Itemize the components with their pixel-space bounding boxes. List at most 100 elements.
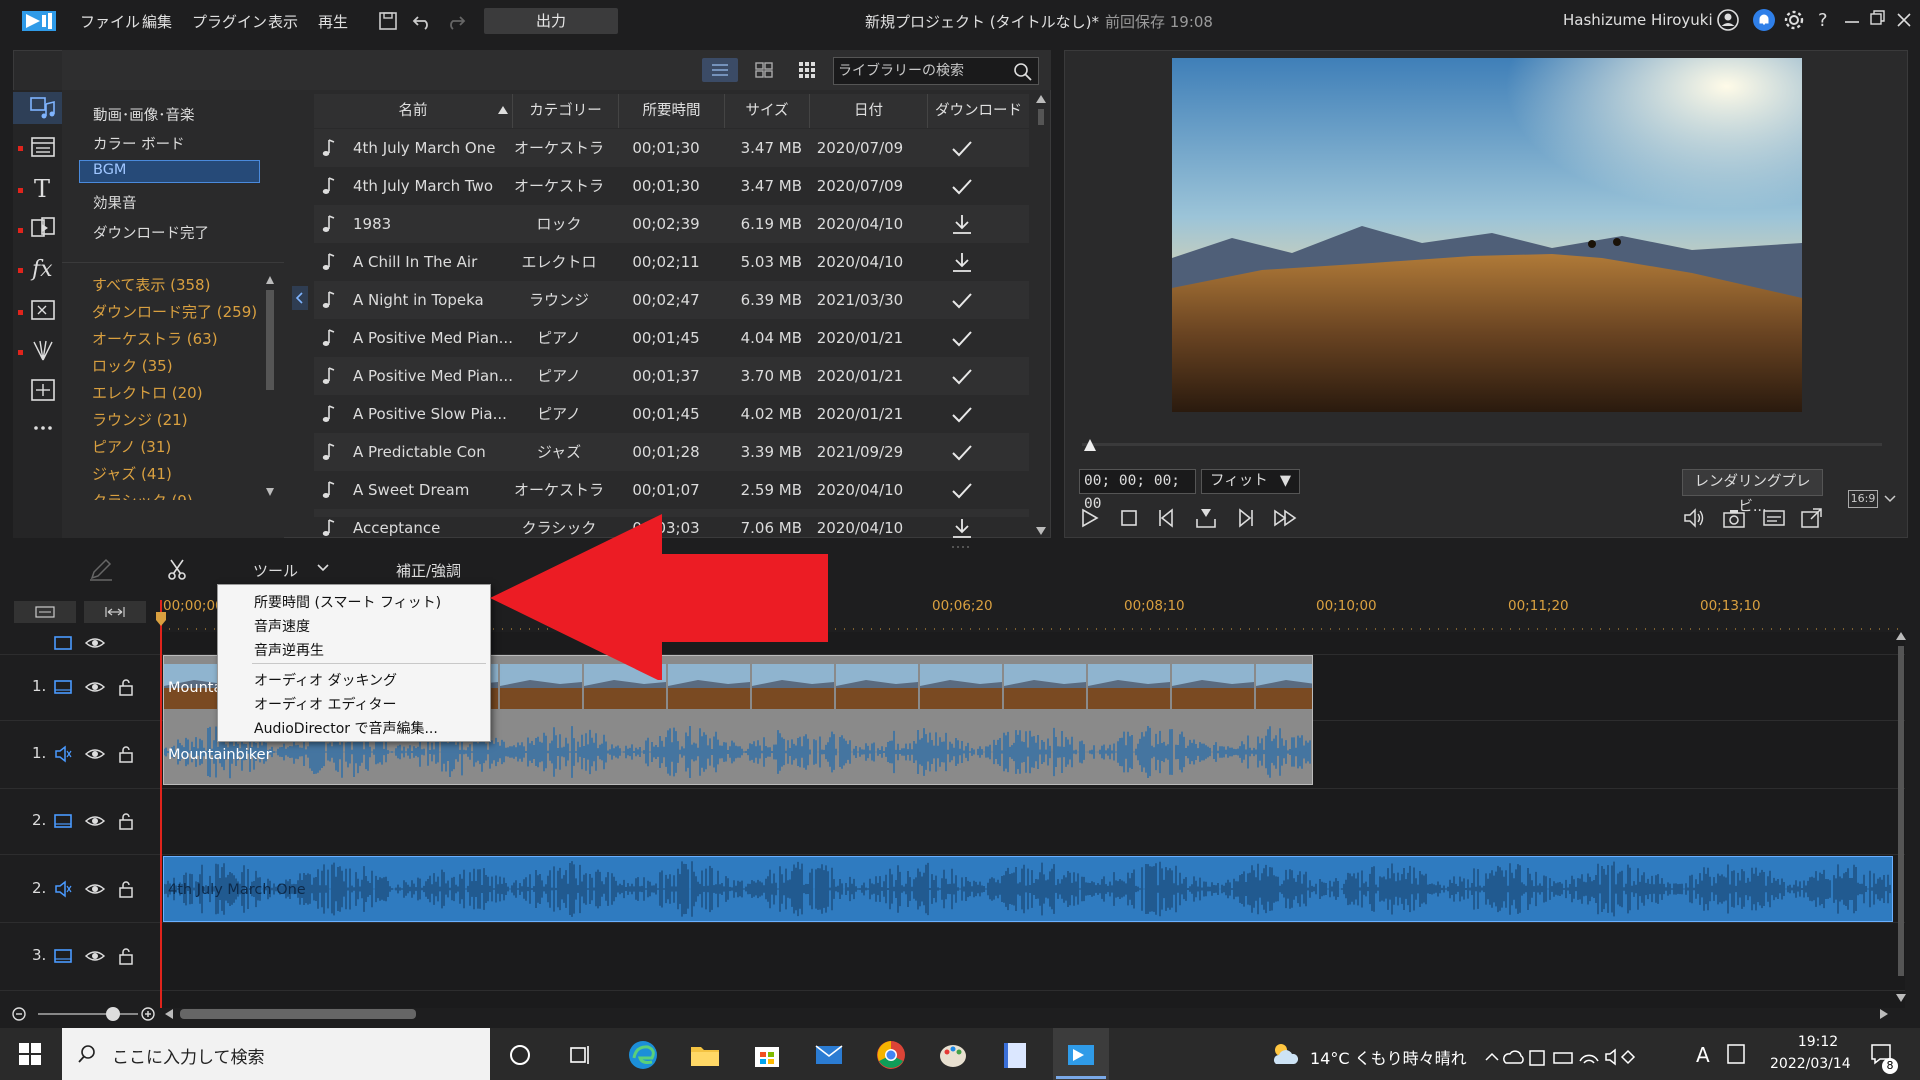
windows-start-icon[interactable]: [18, 1042, 42, 1066]
output-button[interactable]: 出力: [484, 8, 618, 34]
undock-preview-icon[interactable]: [1799, 505, 1825, 531]
help-icon[interactable]: ?: [1812, 8, 1836, 32]
aspect-dropdown-icon[interactable]: [1884, 494, 1896, 504]
fit-timeline-button[interactable]: [84, 601, 146, 623]
mail-icon[interactable]: [812, 1038, 846, 1072]
ime-indicator[interactable]: A: [1696, 1043, 1710, 1067]
menu-item-audio-ducking[interactable]: オーディオ ダッキング: [254, 670, 397, 690]
thumbnail-view-icon[interactable]: [752, 58, 776, 82]
track-lock-icon[interactable]: [115, 743, 137, 765]
paint-app-icon[interactable]: [936, 1038, 970, 1072]
close-icon[interactable]: [1892, 8, 1916, 32]
category-scrollbar[interactable]: [266, 290, 274, 390]
scroll-down-icon[interactable]: [266, 488, 274, 496]
track-visibility-eye-icon[interactable]: [84, 945, 106, 967]
stop-icon[interactable]: [1116, 505, 1142, 531]
room-downloaded[interactable]: ダウンロード完了: [93, 222, 209, 243]
bgm-table-row[interactable]: A Predictable Con ジャズ 00;01;28 3.39 MB 2021/…: [314, 433, 1029, 471]
playhead-handle-icon[interactable]: [156, 612, 166, 626]
bgm-table-row[interactable]: A Positive Med Pian... ピアノ 00;01;37 3.70 MB…: [314, 357, 1029, 395]
library-search-input[interactable]: [838, 61, 1008, 81]
split-scissors-icon[interactable]: [164, 556, 190, 582]
download-icon[interactable]: [949, 250, 975, 276]
room-media[interactable]: 動画･画像･音楽: [93, 104, 195, 125]
preview-seek-bar[interactable]: [1082, 443, 1882, 446]
tools-menu-button[interactable]: ツール: [253, 560, 298, 581]
settings-gear-icon[interactable]: [1782, 8, 1806, 32]
powerdirector-taskbar-icon[interactable]: [1064, 1038, 1098, 1072]
bgm-table-row[interactable]: A Positive Slow Pia... ピアノ 00;01;45 4.02 MB…: [314, 395, 1029, 433]
col-name-header[interactable]: 名前: [314, 94, 512, 128]
menu-file[interactable]: ファイル: [80, 11, 140, 32]
minimize-icon[interactable]: [1840, 8, 1864, 32]
timecode-display[interactable]: 00; 00; 00; 00: [1079, 469, 1196, 512]
table-scrollbar[interactable]: [1036, 95, 1046, 535]
edge-browser-icon[interactable]: [626, 1038, 660, 1072]
video-track-icon[interactable]: [52, 945, 74, 967]
edit-pen-icon[interactable]: [88, 556, 114, 582]
category-all[interactable]: すべて表示 (358): [92, 274, 210, 295]
bgm-table-row[interactable]: A Sweet Dream オーケストラ 00;01;07 2.59 MB 2020/0…: [314, 471, 1029, 509]
category-piano[interactable]: ピアノ (31): [92, 436, 171, 457]
track-visibility-eye-icon[interactable]: [84, 810, 106, 832]
aspect-ratio-badge[interactable]: 16:9: [1848, 490, 1878, 508]
category-jazz[interactable]: ジャズ (41): [92, 463, 172, 484]
category-lounge[interactable]: ラウンジ (21): [92, 409, 188, 430]
master-visibility-eye-icon[interactable]: [84, 632, 106, 654]
track-lock-icon[interactable]: [115, 945, 137, 967]
split-frame-icon[interactable]: [1193, 505, 1219, 531]
collapse-panel-button[interactable]: [292, 286, 308, 310]
bgm-table-row[interactable]: A Night in Topeka ラウンジ 00;02;47 6.39 MB 2021…: [314, 281, 1029, 319]
list-view-button[interactable]: [702, 58, 738, 82]
previous-frame-icon[interactable]: [1154, 505, 1180, 531]
zoom-fit-select[interactable]: フィット ▼: [1201, 469, 1300, 494]
room-sound-effects[interactable]: 効果音: [93, 192, 137, 213]
menu-item-audio-reverse[interactable]: 音声逆再生: [254, 640, 324, 660]
chrome-icon[interactable]: [874, 1038, 908, 1072]
category-rock[interactable]: ロック (35): [92, 355, 173, 376]
track-lock-icon[interactable]: [115, 676, 137, 698]
timeline-vertical-scrollbar[interactable]: [1896, 632, 1906, 1002]
audio-track-icon[interactable]: [52, 743, 74, 765]
microsoft-store-icon[interactable]: [750, 1038, 784, 1072]
tools-dropdown-chevron-icon[interactable]: [316, 563, 330, 573]
fast-forward-icon[interactable]: [1272, 505, 1298, 531]
col-download-header[interactable]: ダウンロード: [927, 94, 1029, 128]
bgm-table-row[interactable]: A Positive Med Pian... ピアノ 00;01;45 4.04 MB…: [314, 319, 1029, 357]
more-icon[interactable]: [28, 414, 58, 442]
category-downloaded[interactable]: ダウンロード完了 (259): [92, 301, 257, 322]
render-preview-button[interactable]: レンダリングプレビ...: [1682, 469, 1823, 515]
bgm-table-row[interactable]: 4th July March One オーケストラ 00;01;30 3.47 MB 2…: [314, 129, 1029, 167]
ime-mode-icon[interactable]: [1726, 1043, 1746, 1065]
track-visibility-eye-icon[interactable]: [84, 743, 106, 765]
zoom-out-icon[interactable]: [11, 1006, 27, 1022]
master-track-icon[interactable]: [52, 634, 74, 652]
bgm-table-row[interactable]: 1983 ロック 00;02;39 6.19 MB 2020/04/10: [314, 205, 1029, 243]
zoom-slider[interactable]: [38, 1013, 138, 1015]
zoom-slider-handle[interactable]: [106, 1007, 120, 1021]
fix-enhance-button[interactable]: 補正/強調: [396, 560, 461, 581]
hscroll-left-icon[interactable]: [165, 1009, 173, 1019]
particle-room-icon[interactable]: [28, 336, 58, 364]
category-electro[interactable]: エレクトロ (20): [92, 382, 203, 403]
clock-date[interactable]: 2022/03/14: [1770, 1056, 1851, 1072]
track-visibility-eye-icon[interactable]: [84, 676, 106, 698]
category-classic[interactable]: クラシック (9): [92, 490, 193, 500]
download-icon[interactable]: [949, 516, 975, 542]
track-lock-icon[interactable]: [115, 878, 137, 900]
track-manager-button[interactable]: [14, 601, 76, 623]
clock-time[interactable]: 19:12: [1788, 1034, 1848, 1050]
task-view-icon[interactable]: [563, 1038, 597, 1072]
fx-room-icon[interactable]: fx: [28, 254, 58, 282]
effect-room-icon[interactable]: [28, 133, 58, 161]
video-track-icon[interactable]: [52, 676, 74, 698]
track-visibility-eye-icon[interactable]: [84, 878, 106, 900]
menu-edit[interactable]: 編集: [142, 11, 172, 32]
taskbar-search-box[interactable]: ここに入力して検索: [62, 1028, 490, 1080]
weather-text[interactable]: 14°C くもり時々晴れ: [1310, 1045, 1467, 1069]
video-track-icon[interactable]: [52, 810, 74, 832]
file-explorer-icon[interactable]: [688, 1038, 722, 1072]
subtitle-room-icon[interactable]: [28, 376, 58, 404]
bgm-table-row[interactable]: A Chill In The Air エレクトロ 00;02;11 5.03 MB 20…: [314, 243, 1029, 281]
snapshot-camera-icon[interactable]: [1721, 505, 1747, 531]
